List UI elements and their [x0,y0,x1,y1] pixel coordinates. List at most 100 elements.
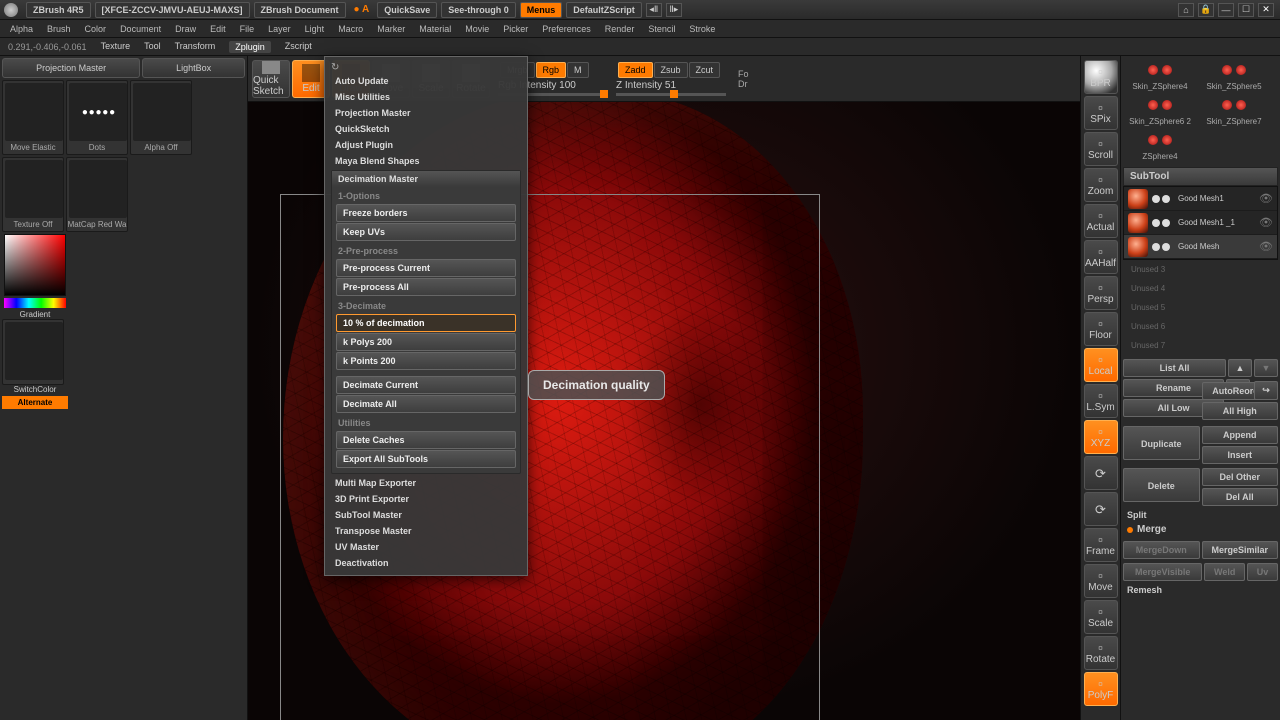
menu-stencil[interactable]: Stencil [646,23,677,35]
projection-master-button[interactable]: Projection Master [2,58,140,78]
default-zscript[interactable]: DefaultZScript [566,2,642,18]
rail-bpr-button[interactable]: ▫BPR [1084,60,1118,94]
z-intensity-slider[interactable]: Z Intensity 51 [616,80,726,96]
rail-persp-button[interactable]: ▫Persp [1084,276,1118,310]
split-header[interactable]: Split [1123,506,1278,522]
rail-xyz-button[interactable]: ▫XYZ [1084,420,1118,454]
menu-marker[interactable]: Marker [375,23,407,35]
move-up-icon[interactable]: ▲ [1228,359,1252,377]
switchcolor-label[interactable]: SwitchColor [2,385,68,394]
menu-item-multi-map-exporter[interactable]: Multi Map Exporter [327,475,525,491]
menu-edit[interactable]: Edit [208,23,228,35]
rail-scroll-button[interactable]: ▫Scroll [1084,132,1118,166]
weld-button[interactable]: Weld [1204,563,1245,581]
tool-thumb[interactable]: Skin_ZSphere7 [1199,95,1269,126]
close-icon[interactable]: ✕ [1258,3,1274,17]
menu2-zscript[interactable]: Zscript [285,41,312,53]
decimation-percent-slider[interactable]: 10 % of decimation [336,314,516,332]
zsub-button[interactable]: Zsub [654,62,688,78]
rail-floor-button[interactable]: ▫Floor [1084,312,1118,346]
insert-button[interactable]: Insert [1202,446,1279,464]
subtool-row[interactable]: Good Mesh1👁 [1124,187,1277,211]
next-icon[interactable]: Ⅱ▸ [666,3,682,17]
menu-macro[interactable]: Macro [336,23,365,35]
menu-color[interactable]: Color [83,23,109,35]
arrow-redo-icon-2[interactable]: ↪ [1254,381,1278,400]
all-high-button[interactable]: All High [1202,402,1279,420]
alternate-button[interactable]: Alternate [2,396,68,409]
lightbox-button[interactable]: LightBox [142,58,245,78]
rail-lsym-button[interactable]: ▫L.Sym [1084,384,1118,418]
rgb-button[interactable]: Rgb [536,62,567,78]
menu-item-uv-master[interactable]: UV Master [327,539,525,555]
minimize-icon[interactable]: — [1218,3,1234,17]
swatch-matcap-red-wa[interactable]: MatCap Red Wa [66,157,128,232]
maximize-icon[interactable]: ☐ [1238,3,1254,17]
decimate-all-button[interactable]: Decimate All [336,395,516,413]
k-points-slider[interactable]: k Points 200 [336,352,516,370]
mergesimilar-button[interactable]: MergeSimilar [1202,541,1279,559]
tool-thumb[interactable]: Skin_ZSphere4 [1125,60,1195,91]
menu-layer[interactable]: Layer [266,23,293,35]
menu-item-subtool-master[interactable]: SubTool Master [327,507,525,523]
del-all-button[interactable]: Del All [1202,488,1279,506]
menu-render[interactable]: Render [603,23,637,35]
preprocess-all-button[interactable]: Pre-process All [336,278,516,296]
rail-local-button[interactable]: ▫Local [1084,348,1118,382]
duplicate-button[interactable]: Duplicate [1123,426,1200,460]
menu-item-adjust-plugin[interactable]: Adjust Plugin [327,137,525,153]
subtool-row[interactable]: Good Mesh1 _1👁 [1124,211,1277,235]
append-button[interactable]: Append [1202,426,1279,444]
menu-material[interactable]: Material [417,23,453,35]
freeze-borders-button[interactable]: Freeze borders [336,204,516,222]
rail-actual-button[interactable]: ▫Actual [1084,204,1118,238]
tool-thumb[interactable]: Skin_ZSphere6 2 [1125,95,1195,126]
tool-thumb[interactable]: ZSphere4 [1125,130,1195,161]
rail-polyf-button[interactable]: ▫PolyF [1084,672,1118,706]
lock-icon[interactable]: 🔒 [1198,3,1214,17]
menu-draw[interactable]: Draw [173,23,198,35]
menu-item-quicksketch[interactable]: QuickSketch [327,121,525,137]
secondary-color-swatch[interactable] [5,322,63,380]
menu2-tool[interactable]: Tool [144,41,161,53]
preprocess-current-button[interactable]: Pre-process Current [336,259,516,277]
list-all-button[interactable]: List All [1123,359,1226,377]
rail-zoom-button[interactable]: ▫Zoom [1084,168,1118,202]
menu-item-projection-master[interactable]: Projection Master [327,105,525,121]
tool-thumb[interactable]: Skin_ZSphere5 [1199,60,1269,91]
subtool-header[interactable]: SubTool [1123,167,1278,186]
color-picker[interactable] [4,234,66,296]
remesh-header[interactable]: Remesh [1123,581,1278,597]
delete-button[interactable]: Delete [1123,468,1200,502]
rail-aahalf-button[interactable]: ▫AAHalf [1084,240,1118,274]
home-icon[interactable]: ⌂ [1178,3,1194,17]
k-polys-slider[interactable]: k Polys 200 [336,333,516,351]
rail--button[interactable]: ⟳ [1084,492,1118,526]
quicksketch-button[interactable]: Quick Sketch [252,60,290,98]
zadd-button[interactable]: Zadd [618,62,653,78]
move-down-icon[interactable]: ▼ [1254,359,1278,377]
menu-item-maya-blend-shapes[interactable]: Maya Blend Shapes [327,153,525,169]
zcut-button[interactable]: Zcut [689,62,721,78]
menu2-zplugin[interactable]: Zplugin [229,41,271,53]
menu-item-auto-update[interactable]: Auto Update [327,73,525,89]
rail-rotate-button[interactable]: ▫Rotate [1084,636,1118,670]
swatch-alpha-off[interactable]: Alpha Off [130,80,192,155]
swatch-dots[interactable]: Dots [66,80,128,155]
quicksave-button[interactable]: QuickSave [377,2,437,18]
seethrough-slider[interactable]: See-through 0 [441,2,516,18]
mergedown-button[interactable]: MergeDown [1123,541,1200,559]
swatch-move-elastic[interactable]: Move Elastic [2,80,64,155]
decimation-master-header[interactable]: Decimation Master [332,171,520,187]
menu-document[interactable]: Document [118,23,163,35]
menu-item-misc-utilities[interactable]: Misc Utilities [327,89,525,105]
export-all-subtools-button[interactable]: Export All SubTools [336,450,516,468]
rail-spix-button[interactable]: ▫SPix [1084,96,1118,130]
delete-caches-button[interactable]: Delete Caches [336,431,516,449]
m-button[interactable]: M [567,62,589,78]
menus-toggle[interactable]: Menus [520,2,563,18]
menu-light[interactable]: Light [303,23,327,35]
menu-file[interactable]: File [238,23,257,35]
merge-group[interactable]: Merge [1123,522,1278,537]
mergevisible-button[interactable]: MergeVisible [1123,563,1202,581]
